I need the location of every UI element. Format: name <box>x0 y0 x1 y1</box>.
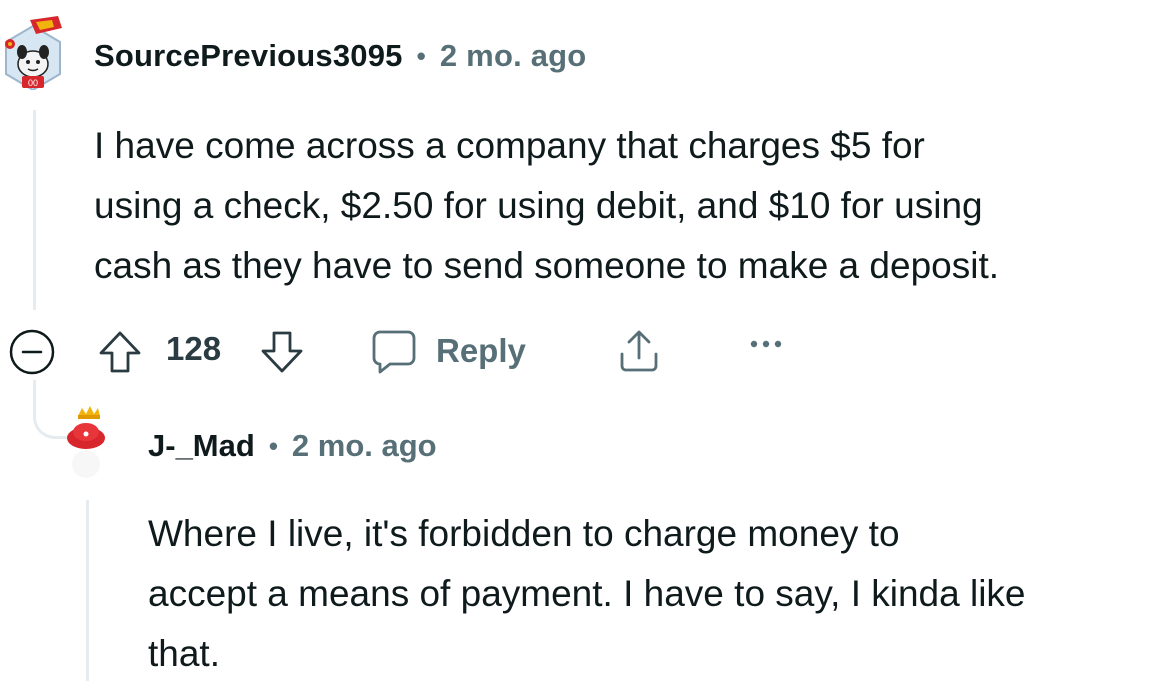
downvote-button[interactable] <box>258 328 306 376</box>
svg-text:00: 00 <box>28 78 38 88</box>
comment-body: I have come across a company that charge… <box>94 116 1156 296</box>
separator-dot: • <box>268 431 278 461</box>
user-avatar[interactable]: 00 <box>2 16 64 92</box>
thread-line[interactable] <box>33 110 36 310</box>
comment-text-line: I have come across a company that charge… <box>94 125 925 166</box>
collapse-thread-button[interactable] <box>8 328 56 376</box>
thread-line[interactable] <box>86 500 89 681</box>
arrow-up-icon <box>99 331 141 373</box>
comment-text-line: cash as they have to send someone to mak… <box>94 245 1000 286</box>
author-name[interactable]: J-_Mad <box>148 426 255 466</box>
author-name[interactable]: SourcePrevious3095 <box>94 36 403 76</box>
more-options-button[interactable] <box>748 334 784 354</box>
comment-header: J-_Mad • 2 mo. ago <box>148 426 437 466</box>
timestamp[interactable]: 2 mo. ago <box>292 426 437 466</box>
user-avatar[interactable] <box>64 404 110 482</box>
comment-body: Where I live, it's forbidden to charge m… <box>148 504 1156 684</box>
comment-text-line: using a check, $2.50 for using debit, an… <box>94 185 983 226</box>
timestamp[interactable]: 2 mo. ago <box>440 36 587 76</box>
comment-text-line: accept a means of payment. I have to say… <box>148 573 1026 614</box>
share-button[interactable] <box>614 326 664 376</box>
separator-dot: • <box>416 41 426 71</box>
reply-label: Reply <box>436 332 526 369</box>
football-dog-avatar-icon: 00 <box>5 16 62 92</box>
ellipsis-icon <box>750 340 782 348</box>
comment-text-line: that. <box>148 633 220 674</box>
reply-button[interactable]: Reply <box>370 326 526 376</box>
comment-header: SourcePrevious3095 • 2 mo. ago <box>94 36 586 76</box>
vote-score: 128 <box>166 330 222 367</box>
red-hat-avatar-icon <box>67 406 105 478</box>
comment-bubble-icon <box>372 330 416 374</box>
upvote-button[interactable] <box>96 328 144 376</box>
comment-text-line: Where I live, it's forbidden to charge m… <box>148 513 900 554</box>
comment-action-bar: 128 Reply <box>8 326 808 378</box>
arrow-down-icon <box>261 331 303 373</box>
minus-circle-icon <box>9 329 55 375</box>
share-upload-icon <box>620 330 658 372</box>
